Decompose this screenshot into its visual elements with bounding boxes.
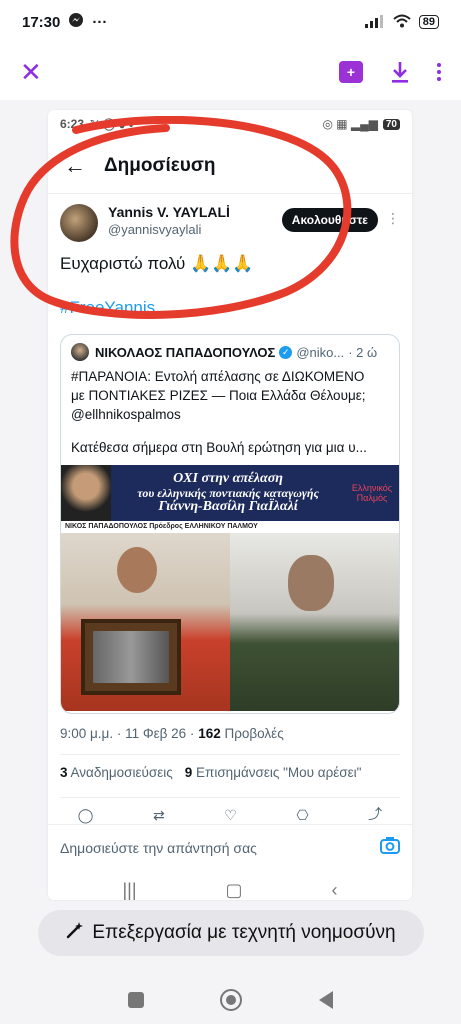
post-header-title: Δημοσίευση [104, 154, 216, 176]
author-row: Yannis V. YAYLALİ @yannisvyaylali Ακολου… [48, 194, 412, 250]
close-icon[interactable]: ✕ [20, 57, 50, 88]
post-header: ← Δημοσίευση [48, 138, 412, 194]
ai-edit-label: Επεξεργασία με τεχνητή νοημοσύνη [92, 922, 396, 943]
post-meta: 9:00 μ.μ. · 11 Φεβ 26 · 162 Προβολές [48, 714, 412, 754]
quote-line: με ΠΟΝΤΙΑΚΕΣ ΡΙΖΕΣ — Ποια Ελλάδα Θέλουμε… [71, 388, 366, 403]
signal-icon [364, 14, 385, 31]
viewer-toolbar: ✕ + [0, 44, 461, 100]
download-icon[interactable] [389, 60, 411, 84]
system-nav-bar [0, 976, 461, 1024]
back-arrow-icon[interactable]: ← [64, 153, 104, 179]
banner-line: του ελληνικής ποντιακής καταγωγής [137, 486, 319, 500]
likes-stat[interactable]: 9 Επισημάνσεις "Μου αρέσει" [185, 765, 362, 787]
battery-icon: 89 [418, 15, 439, 29]
inner-status-bar: 6:23 𝕏 ⓕ ● • ◎ ▦ ▂▄▆ 70 [48, 110, 412, 138]
quote-mention: @ellhnikospalmos [71, 407, 181, 422]
post-text: Ευχαριστώ πολύ 🙏🙏🙏 [60, 254, 254, 273]
share-icon[interactable]: ⤴ [368, 804, 382, 824]
camera-icon[interactable] [380, 836, 400, 859]
banner-line: Γιάννη-Βασίλη ΓιαΪλαλί [158, 499, 298, 514]
recents-icon[interactable] [128, 992, 145, 1008]
messenger-icon [68, 12, 84, 32]
inner-nav-bar: ||| ▢ ‹ [48, 870, 412, 900]
bookmark-icon[interactable]: ⎔ [296, 807, 308, 824]
inner-battery: 70 [382, 118, 400, 130]
follow-button[interactable]: Ακολουθήστε [281, 208, 378, 232]
post-more-icon[interactable]: ⋮ [386, 210, 400, 227]
media-banner: ΟΧΙ στην απέλαση του ελληνικής ποντιακής… [61, 465, 399, 521]
wifi-icon [393, 14, 411, 31]
banner-portrait [61, 465, 111, 521]
quote-avatar [71, 343, 89, 361]
quoted-post[interactable]: ΝΙΚΟΛΑΟΣ ΠΑΠΑΔΟΠΟΥΛΟΣ ✓ @niko... · 2 ώ #… [60, 334, 400, 714]
post-timestamp: 9:00 μ.μ. · 11 Φεβ 26 · [60, 726, 195, 741]
status-more: ··· [92, 13, 108, 31]
photo-man-with-frame [61, 533, 230, 711]
back-icon[interactable] [318, 991, 333, 1009]
screenshot-image: 6:23 𝕏 ⓕ ● • ◎ ▦ ▂▄▆ 70 ← Δημοσίευση Yan… [48, 110, 412, 900]
more-vert-icon[interactable] [437, 63, 441, 81]
quote-line: #ΠΑΡΑΝΟΙΑ: Εντολή απέλασης σε ΔΙΩΚΟΜΕΝΟ [71, 369, 365, 384]
home-icon[interactable] [220, 989, 243, 1011]
app-notification-icons: 𝕏 ⓕ ● • [90, 117, 134, 132]
quote-time: · 2 ώ [348, 344, 378, 360]
reply-icon[interactable]: ◯ [78, 807, 94, 824]
views-count: 162 [198, 726, 221, 741]
action-bar: ◯ ⇄ ♡ ⎔ ⤴ [48, 798, 412, 824]
verified-badge-icon: ✓ [279, 345, 293, 359]
inner-back-icon: ‹ [331, 879, 338, 900]
reply-input-placeholder[interactable]: Δημοσιεύστε την απάντησή σας [60, 840, 257, 856]
status-bar: 17:30 ··· 89 [0, 0, 461, 44]
quote-media-image[interactable]: ΟΧΙ στην απέλαση του ελληνικής ποντιακής… [61, 465, 399, 711]
quote-author-name: ΝΙΚΟΛΑΟΣ ΠΑΠΑΔΟΠΟΥΛΟΣ [95, 344, 276, 360]
photo-man-outdoors [230, 533, 399, 711]
author-handle[interactable]: @yannisvyaylali [108, 222, 230, 237]
banner-line: ΟΧΙ στην απέλαση [173, 471, 283, 486]
add-to-album-icon[interactable]: + [339, 61, 363, 83]
author-name[interactable]: Yannis V. YAYLALİ [108, 204, 230, 220]
inner-status-time: 6:23 [60, 117, 85, 131]
reply-bar[interactable]: Δημοσιεύστε την απάντησή σας [48, 824, 412, 870]
hashtag-link[interactable]: #FreeYannis [48, 298, 412, 324]
repost-icon[interactable]: ⇄ [153, 807, 165, 824]
status-time: 17:30 [22, 13, 61, 31]
quote-author-handle: @niko... [296, 344, 345, 360]
like-icon[interactable]: ♡ [224, 807, 237, 824]
magic-wand-icon [66, 921, 84, 945]
media-caption: ΝΙΚΟΣ ΠΑΠΑΔΟΠΟΥΛΟΣ Πρόεδρος ΕΛΛΗΝΙΚΟΥ ΠΑ… [61, 521, 399, 533]
ai-edit-button[interactable]: Επεξεργασία με τεχνητή νοημοσύνη [38, 910, 424, 956]
inner-recents-icon: ||| [122, 879, 137, 900]
views-label: Προβολές [224, 726, 284, 741]
inner-home-icon: ▢ [225, 879, 243, 900]
reposts-stat[interactable]: 3 Αναδημοσιεύσεις [60, 765, 173, 787]
inner-signal-icon: ◎ ▦ ▂▄▆ [322, 117, 378, 131]
banner-logo: Ελληνικός Παλμός [351, 483, 393, 503]
avatar[interactable] [60, 204, 98, 242]
post-stats: 3 Αναδημοσιεύσεις 9 Επισημάνσεις "Μου αρ… [48, 755, 412, 797]
quote-line: Κατέθεσα σήμερα στη Βουλή ερώτηση για μι… [71, 440, 367, 455]
